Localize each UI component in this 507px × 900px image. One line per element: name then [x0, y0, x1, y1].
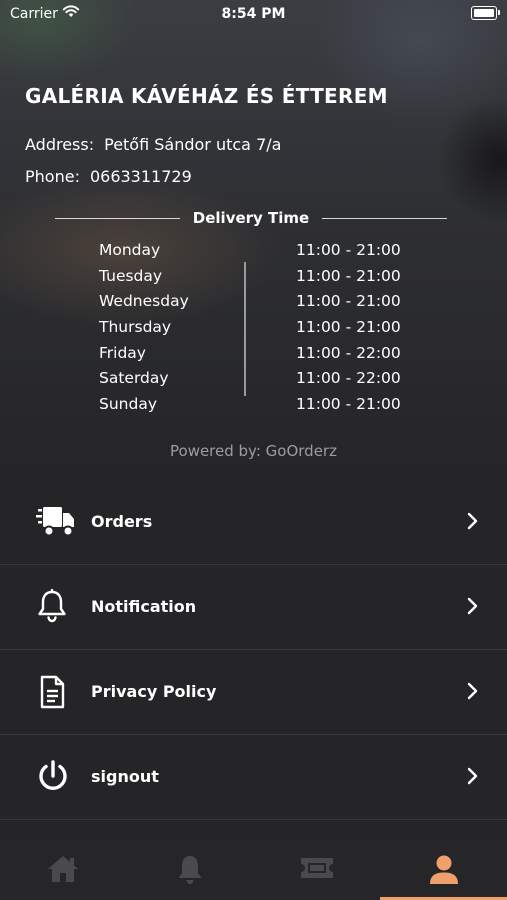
hours-divider: [244, 262, 246, 396]
menu-item-orders[interactable]: Orders: [0, 480, 507, 565]
delivery-hours-list: Monday 11:00 - 21:00 Tuesday 11:00 - 21:00…: [0, 238, 507, 418]
hours-row: Tuesday 11:00 - 21:00: [0, 264, 507, 290]
hours-value: 11:00 - 21:00: [296, 395, 401, 414]
hours-row: Saterday 11:00 - 22:00: [0, 366, 507, 392]
hours-row: Sunday 11:00 - 21:00: [0, 392, 507, 418]
tab-notifications[interactable]: [127, 836, 254, 900]
phone-value[interactable]: 0663311729: [90, 167, 192, 186]
day-label: Saterday: [99, 369, 169, 388]
menu-item-label: Notification: [91, 597, 197, 616]
hours-row: Wednesday 11:00 - 21:00: [0, 289, 507, 315]
hours-value: 11:00 - 22:00: [296, 343, 401, 362]
tab-profile[interactable]: [380, 836, 507, 900]
chevron-right-icon: [467, 597, 479, 615]
battery-icon: [471, 6, 500, 20]
hours-value: 11:00 - 21:00: [296, 266, 401, 285]
day-label: Wednesday: [99, 292, 189, 311]
menu-item-signout[interactable]: signout: [0, 735, 507, 820]
tab-orders[interactable]: [254, 836, 381, 900]
restaurant-name: GALÉRIA KÁVÉHÁZ ÉS ÉTTEREM: [25, 84, 388, 108]
hours-row: Thursday 11:00 - 21:00: [0, 315, 507, 341]
day-label: Tuesday: [99, 266, 163, 285]
chevron-right-icon: [467, 767, 479, 785]
power-icon: [36, 759, 72, 795]
phone-line: Phone: 0663311729: [25, 167, 192, 186]
address-label: Address:: [25, 135, 95, 154]
menu-item-label: Orders: [91, 512, 153, 531]
divider: [322, 218, 447, 219]
powered-by-text: Powered by: GoOrderz: [170, 442, 337, 460]
status-bar: Carrier 8:54 PM: [0, 0, 507, 28]
menu-item-label: Privacy Policy: [91, 682, 217, 701]
document-icon: [36, 674, 72, 710]
truck-icon: [36, 504, 74, 540]
day-label: Monday: [99, 241, 161, 259]
menu-item-privacy-policy[interactable]: Privacy Policy: [0, 650, 507, 735]
hours-value: 11:00 - 21:00: [296, 318, 401, 337]
status-time: 8:54 PM: [221, 6, 286, 22]
chevron-right-icon: [467, 512, 479, 530]
hours-row: Friday 11:00 - 22:00: [0, 341, 507, 367]
chevron-right-icon: [467, 682, 479, 700]
phone-label: Phone:: [25, 167, 80, 186]
hours-value: 11:00 - 21:00: [296, 241, 401, 259]
tab-home[interactable]: [0, 836, 127, 900]
tab-bar: [0, 836, 507, 900]
menu-item-label: signout: [91, 767, 159, 786]
hours-value: 11:00 - 21:00: [296, 292, 401, 311]
day-label: Thursday: [99, 318, 172, 337]
hours-row: Monday 11:00 - 21:00: [0, 238, 507, 264]
bell-icon: [36, 588, 72, 625]
hours-value: 11:00 - 22:00: [296, 369, 401, 388]
menu-item-notification[interactable]: Notification: [0, 565, 507, 650]
address-line: Address: Petőfi Sándor utca 7/a: [25, 135, 281, 154]
day-label: Friday: [99, 343, 146, 362]
address-value: Petőfi Sándor utca 7/a: [104, 135, 282, 154]
delivery-time-header: Delivery Time: [55, 207, 447, 231]
day-label: Sunday: [99, 395, 157, 414]
account-menu: Orders Notification Privacy Policy signo…: [0, 480, 507, 820]
